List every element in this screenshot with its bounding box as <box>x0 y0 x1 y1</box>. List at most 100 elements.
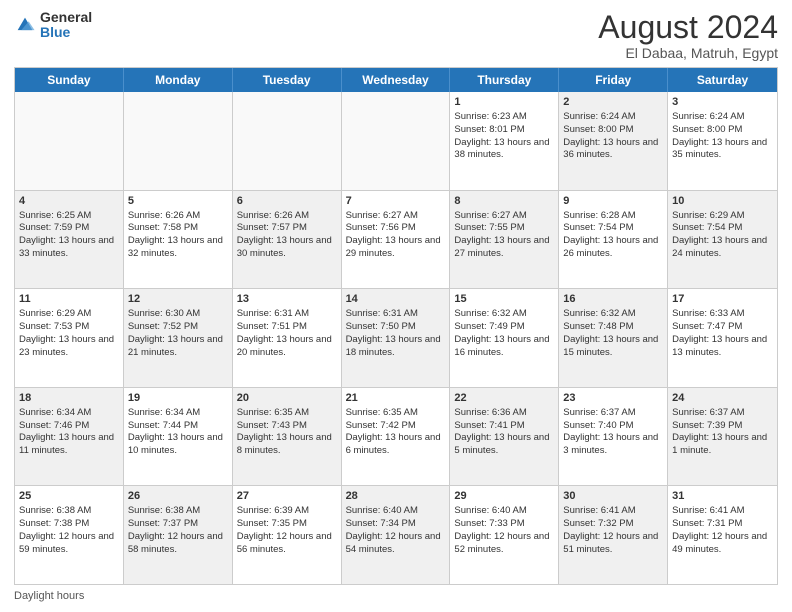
day-number: 11 <box>19 292 119 307</box>
cell-w1-d2 <box>124 92 233 190</box>
daylight: Daylight: 13 hours and 24 minutes. <box>672 235 767 259</box>
cell-w5-d5: 29Sunrise: 6:40 AMSunset: 7:33 PMDayligh… <box>450 486 559 584</box>
day-number: 22 <box>454 391 554 406</box>
day-number: 19 <box>128 391 228 406</box>
header-saturday: Saturday <box>668 68 777 92</box>
cell-w2-d6: 9Sunrise: 6:28 AMSunset: 7:54 PMDaylight… <box>559 191 668 289</box>
daylight: Daylight: 13 hours and 29 minutes. <box>346 235 441 259</box>
daylight: Daylight: 12 hours and 49 minutes. <box>672 531 767 555</box>
day-number: 18 <box>19 391 119 406</box>
cell-w1-d3 <box>233 92 342 190</box>
day-number: 20 <box>237 391 337 406</box>
daylight: Daylight: 13 hours and 35 minutes. <box>672 137 767 161</box>
sunset: Sunset: 8:01 PM <box>454 124 524 135</box>
week-4: 18Sunrise: 6:34 AMSunset: 7:46 PMDayligh… <box>15 388 777 487</box>
sunset: Sunset: 7:42 PM <box>346 420 416 431</box>
day-number: 9 <box>563 194 663 209</box>
sunset: Sunset: 7:54 PM <box>563 222 633 233</box>
sub-title: El Dabaa, Matruh, Egypt <box>598 45 778 61</box>
cell-w1-d6: 2Sunrise: 6:24 AMSunset: 8:00 PMDaylight… <box>559 92 668 190</box>
cell-w2-d1: 4Sunrise: 6:25 AMSunset: 7:59 PMDaylight… <box>15 191 124 289</box>
sunrise: Sunrise: 6:34 AM <box>128 407 200 418</box>
cell-w2-d3: 6Sunrise: 6:26 AMSunset: 7:57 PM Daylight… <box>233 191 342 289</box>
sunset: Sunset: 7:50 PM <box>346 321 416 332</box>
daylight: Daylight: 13 hours and 15 minutes. <box>563 334 658 358</box>
day-number: 29 <box>454 489 554 504</box>
cell-w3-d1: 11Sunrise: 6:29 AMSunset: 7:53 PMDayligh… <box>15 289 124 387</box>
daylight: Daylight: 13 hours and 36 minutes. <box>563 137 658 161</box>
sunrise: Sunrise: 6:29 AM <box>672 210 744 221</box>
cell-w4-d1: 18Sunrise: 6:34 AMSunset: 7:46 PMDayligh… <box>15 388 124 486</box>
daylight: Daylight: 13 hours and 18 minutes. <box>346 334 441 358</box>
sunrise: Sunrise: 6:24 AM <box>563 111 635 122</box>
header-sunday: Sunday <box>15 68 124 92</box>
sunset: Sunset: 7:35 PM <box>237 518 307 529</box>
cell-w4-d5: 22Sunrise: 6:36 AM Sunset: 7:41 PMDayligh… <box>450 388 559 486</box>
cell-w4-d4: 21Sunrise: 6:35 AMSunset: 7:42 PMDayligh… <box>342 388 451 486</box>
day-number: 10 <box>672 194 773 209</box>
cell-w1-d4 <box>342 92 451 190</box>
day-number: 21 <box>346 391 446 406</box>
sunrise: Sunrise: 6:23 AM <box>454 111 526 122</box>
daylight: Daylight: 13 hours and 33 minutes. <box>19 235 114 259</box>
daylight: Daylight: 13 hours and 1 minute. <box>672 432 767 456</box>
daylight: Daylight: 12 hours and 59 minutes. <box>19 531 114 555</box>
sunset: Sunset: 7:39 PM <box>672 420 742 431</box>
day-number: 16 <box>563 292 663 307</box>
cell-w5-d7: 31Sunrise: 6:41 AMSunset: 7:31 PMDayligh… <box>668 486 777 584</box>
cell-w1-d7: 3Sunrise: 6:24 AMSunset: 8:00 PMDaylight… <box>668 92 777 190</box>
sunrise: Sunrise: 6:41 AM <box>563 505 635 516</box>
sunrise: Sunrise: 6:35 AM <box>346 407 418 418</box>
day-number: 14 <box>346 292 446 307</box>
logo: General Blue <box>14 10 92 41</box>
day-number: 7 <box>346 194 446 209</box>
header-thursday: Thursday <box>450 68 559 92</box>
daylight: Daylight: 13 hours and 5 minutes. <box>454 432 549 456</box>
day-number: 5 <box>128 194 228 209</box>
sunrise: Sunrise: 6:40 AM <box>346 505 418 516</box>
sunset: Sunset: 7:48 PM <box>563 321 633 332</box>
sunrise: Sunrise: 6:26 AM <box>237 210 309 221</box>
daylight: Daylight: 13 hours and 30 minutes. <box>237 235 332 259</box>
sunrise: Sunrise: 6:27 AM <box>346 210 418 221</box>
sunrise: Sunrise: 6:29 AM <box>19 308 91 319</box>
sunrise: Sunrise: 6:27 AM <box>454 210 526 221</box>
sunset: Sunset: 7:54 PM <box>672 222 742 233</box>
daylight: Daylight: 12 hours and 51 minutes. <box>563 531 658 555</box>
sunrise: Sunrise: 6:35 AM <box>237 407 309 418</box>
cell-w3-d6: 16Sunrise: 6:32 AMSunset: 7:48 PMDayligh… <box>559 289 668 387</box>
cell-w3-d5: 15Sunrise: 6:32 AMSunset: 7:49 PMDayligh… <box>450 289 559 387</box>
day-number: 6 <box>237 194 337 209</box>
header-friday: Friday <box>559 68 668 92</box>
sunset: Sunset: 7:37 PM <box>128 518 198 529</box>
cell-w5-d1: 25Sunrise: 6:38 AMSunset: 7:38 PMDayligh… <box>15 486 124 584</box>
daylight: Daylight: 13 hours and 8 minutes. <box>237 432 332 456</box>
sunset: Sunset: 7:43 PM <box>237 420 307 431</box>
daylight: Daylight: 13 hours and 26 minutes. <box>563 235 658 259</box>
cell-w4-d7: 24Sunrise: 6:37 AMSunset: 7:39 PMDayligh… <box>668 388 777 486</box>
sunset: Sunset: 8:00 PM <box>563 124 633 135</box>
logo-icon <box>14 14 36 36</box>
logo-general: General <box>40 10 92 25</box>
daylight: Daylight: 13 hours and 23 minutes. <box>19 334 114 358</box>
sunrise: Sunrise: 6:37 AM <box>672 407 744 418</box>
calendar-body: 1Sunrise: 6:23 AMSunset: 8:01 PMDaylight… <box>15 92 777 584</box>
sunset: Sunset: 8:00 PM <box>672 124 742 135</box>
sunset: Sunset: 7:40 PM <box>563 420 633 431</box>
day-number: 28 <box>346 489 446 504</box>
sunrise: Sunrise: 6:36 AM <box>454 407 526 418</box>
logo-text: General Blue <box>40 10 92 41</box>
sunset: Sunset: 7:57 PM <box>237 222 307 233</box>
header: General Blue August 2024 El Dabaa, Matru… <box>14 10 778 61</box>
daylight: Daylight: 12 hours and 56 minutes. <box>237 531 332 555</box>
sunset: Sunset: 7:32 PM <box>563 518 633 529</box>
sunset: Sunset: 7:41 PM <box>454 420 524 431</box>
daylight: Daylight: 13 hours and 27 minutes. <box>454 235 549 259</box>
footer: Daylight hours <box>14 590 778 602</box>
sunrise: Sunrise: 6:40 AM <box>454 505 526 516</box>
sunset: Sunset: 7:56 PM <box>346 222 416 233</box>
cell-w2-d7: 10Sunrise: 6:29 AMSunset: 7:54 PM Dayligh… <box>668 191 777 289</box>
week-2: 4Sunrise: 6:25 AMSunset: 7:59 PMDaylight… <box>15 191 777 290</box>
sunset: Sunset: 7:59 PM <box>19 222 89 233</box>
cell-w1-d1 <box>15 92 124 190</box>
